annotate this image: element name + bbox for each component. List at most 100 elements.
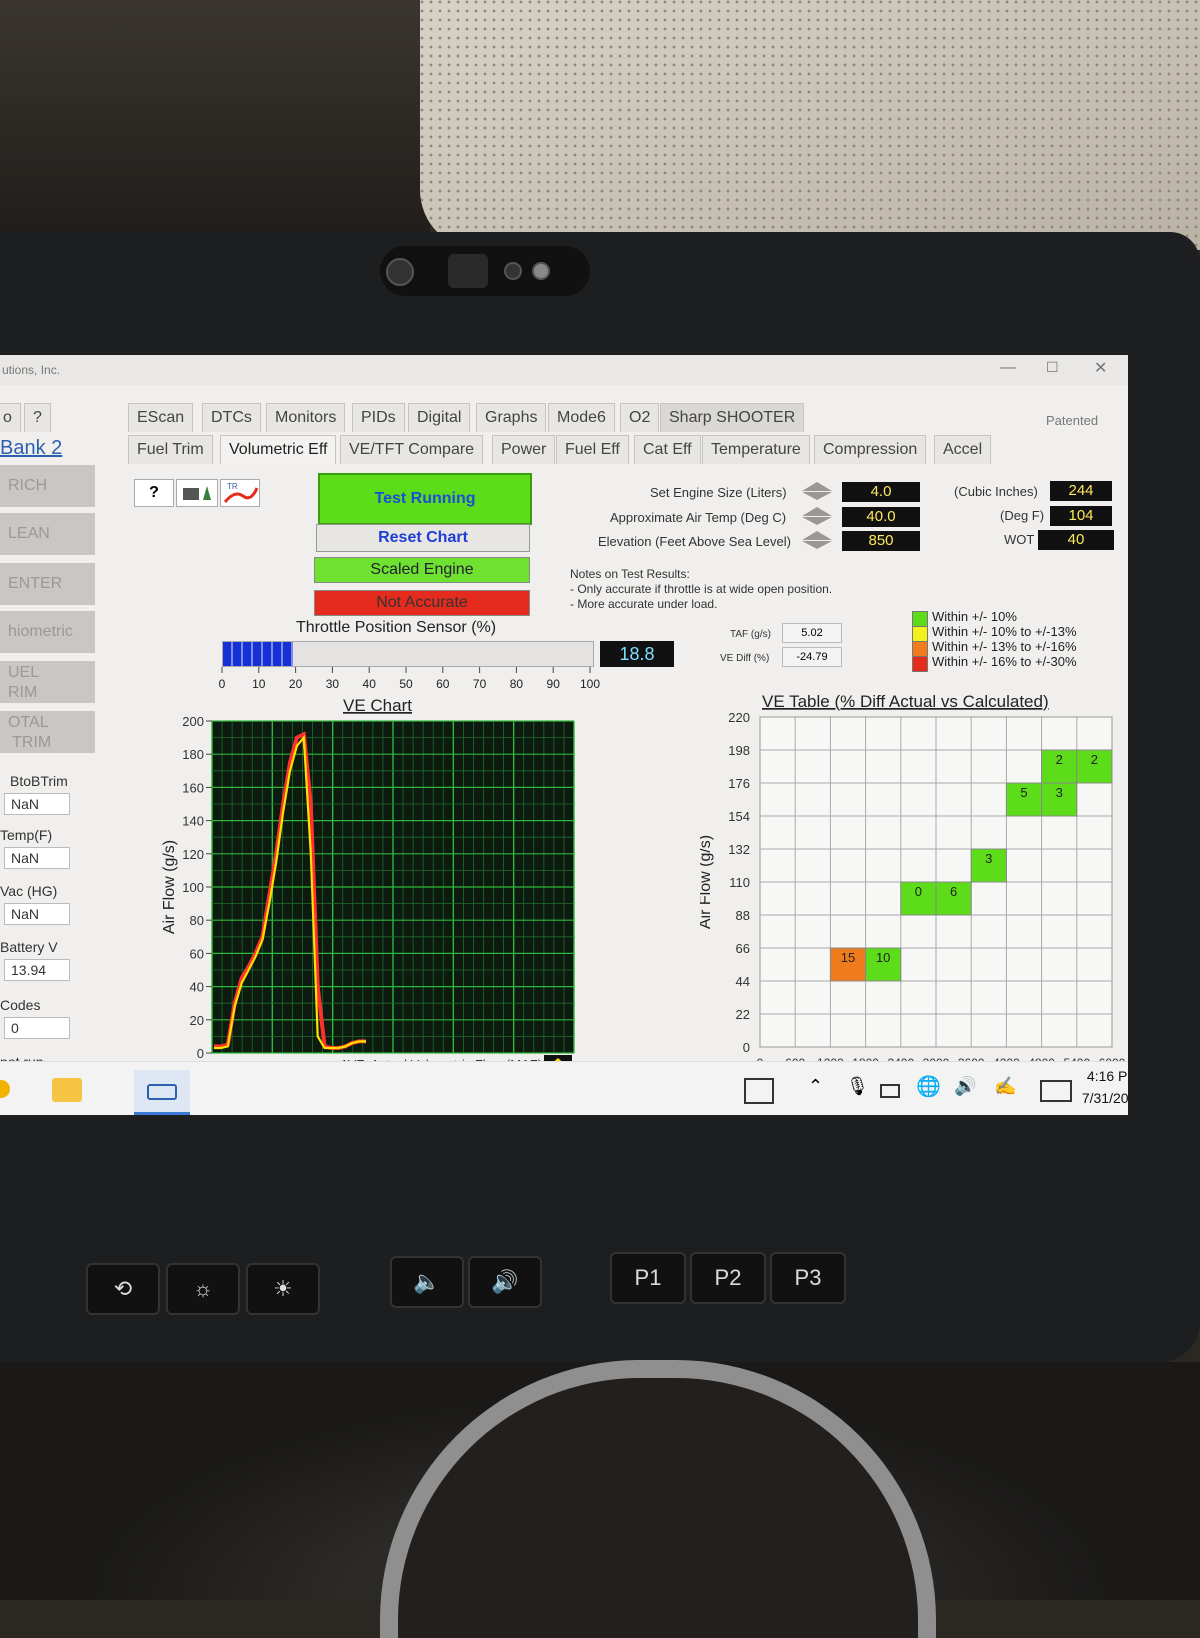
tab-pids[interactable]: PIDs bbox=[352, 403, 405, 432]
maximize-icon[interactable]: ☐ bbox=[1046, 359, 1059, 376]
air-temp-spinner[interactable] bbox=[800, 506, 834, 526]
subtab-cat-eff[interactable]: Cat Eff bbox=[634, 435, 701, 464]
ve-table-ytick: 154 bbox=[728, 809, 750, 824]
connector-icon bbox=[147, 1084, 177, 1100]
rotate-button[interactable]: ⟲ bbox=[86, 1263, 160, 1315]
tps-value: 18.8 bbox=[600, 641, 674, 667]
tab-monitors[interactable]: Monitors bbox=[266, 403, 346, 432]
subtab-fuel-eff[interactable]: Fuel Eff bbox=[556, 435, 629, 464]
tr-chart-icon[interactable]: TR bbox=[220, 479, 260, 507]
sidebar-button[interactable]: OTAL TRIM bbox=[0, 711, 95, 753]
ve-table: VE Table (% Diff Actual vs Calculated) 15… bbox=[700, 692, 1126, 1067]
app-icon[interactable] bbox=[0, 1080, 10, 1098]
tab-dtcs[interactable]: DTCs bbox=[202, 403, 261, 432]
test-running-button[interactable]: Test Running bbox=[318, 473, 532, 525]
obd-app-taskbar-button[interactable] bbox=[134, 1070, 190, 1115]
svg-text:TR: TR bbox=[227, 482, 238, 491]
tab-mode6[interactable]: Mode6 bbox=[548, 403, 615, 432]
ve-chart-ytick: 180 bbox=[182, 747, 204, 762]
subtab-compression[interactable]: Compression bbox=[814, 435, 927, 464]
subtab-fuel-trim[interactable]: Fuel Trim bbox=[128, 435, 213, 464]
volume-icon[interactable]: 🔊 bbox=[954, 1076, 976, 1097]
keyboard-icon[interactable] bbox=[1040, 1080, 1072, 1102]
ve-chart-ytick: 160 bbox=[182, 780, 204, 795]
mic-icon[interactable]: 🎙 bbox=[846, 1076, 869, 1097]
clock-time[interactable]: 4:16 PM bbox=[1080, 1068, 1128, 1084]
ve-table-ytick: 66 bbox=[736, 941, 750, 956]
ve-chart-ytick: 0 bbox=[197, 1046, 204, 1061]
battery-icon[interactable] bbox=[880, 1084, 900, 1098]
sidebar-button[interactable]: LEAN bbox=[0, 513, 95, 555]
camera-strip bbox=[380, 246, 590, 296]
network-globe-icon[interactable]: 🌐 bbox=[916, 1074, 941, 1099]
tps-tick-label: 20 bbox=[289, 677, 303, 691]
wot-label: WOT bbox=[1004, 532, 1035, 547]
ve-table-title: VE Table (% Diff Actual vs Calculated) bbox=[762, 692, 1049, 711]
tab-left-help[interactable]: ? bbox=[24, 403, 51, 432]
file-explorer-icon[interactable] bbox=[52, 1078, 82, 1102]
subtab-accel[interactable]: Accel bbox=[934, 435, 992, 464]
elevation-label: Elevation (Feet Above Sea Level) bbox=[598, 534, 791, 549]
p2-button[interactable]: P2 bbox=[690, 1252, 766, 1304]
rotate-icon: ⟲ bbox=[113, 1276, 133, 1301]
elevation-value: 850 bbox=[842, 531, 920, 551]
p1-button[interactable]: P1 bbox=[610, 1252, 686, 1304]
pen-icon[interactable]: ✍ bbox=[994, 1076, 1016, 1097]
scaled-engine-indicator: Scaled Engine bbox=[314, 557, 530, 583]
brightness-up-button[interactable]: ☀ bbox=[246, 1263, 320, 1315]
tab-graphs[interactable]: Graphs bbox=[476, 403, 547, 432]
ve-chart-ytick: 140 bbox=[182, 814, 204, 829]
engine-size-label: Set Engine Size (Liters) bbox=[650, 485, 787, 500]
news-icon[interactable] bbox=[744, 1078, 774, 1104]
close-icon[interactable]: ✕ bbox=[1094, 358, 1107, 378]
sidebar-button[interactable]: ENTER bbox=[0, 563, 95, 605]
subtab-temperature[interactable]: Temperature bbox=[702, 435, 810, 464]
sidebar-button[interactable]: RICH bbox=[0, 465, 95, 507]
tab-left-o[interactable]: o bbox=[0, 403, 21, 432]
tab-o2[interactable]: O2 bbox=[620, 403, 660, 432]
subtab-volumetric-eff[interactable]: Volumetric Eff bbox=[220, 435, 337, 464]
p3-button[interactable]: P3 bbox=[770, 1252, 846, 1304]
legend-text: Within +/- 10% to +/-13% bbox=[932, 624, 1077, 639]
tps-tick-label: 100 bbox=[580, 677, 600, 691]
tps-tick-label: 40 bbox=[363, 677, 377, 691]
notes-line: - More accurate under load. bbox=[570, 597, 718, 611]
tps-tick-label: 30 bbox=[326, 677, 340, 691]
ve-engine-icon[interactable] bbox=[176, 479, 218, 507]
volume-up-icon: 🔊 bbox=[491, 1269, 519, 1294]
ve-table-cell-value: 3 bbox=[1056, 785, 1063, 800]
tps-label: Throttle Position Sensor (%) bbox=[296, 619, 497, 636]
subtab-ve-tft-compare[interactable]: VE/TFT Compare bbox=[340, 435, 484, 464]
elevation-spinner[interactable] bbox=[800, 530, 834, 550]
ve-chart-title: VE Chart bbox=[343, 696, 412, 715]
sidebar-button[interactable]: hiometric bbox=[0, 611, 95, 653]
clock-date[interactable]: 7/31/2024 bbox=[1080, 1090, 1128, 1106]
tps-tick-label: 70 bbox=[473, 677, 487, 691]
taf-label: TAF (g/s) bbox=[730, 629, 771, 640]
ve-table-ytick: 22 bbox=[736, 1007, 750, 1022]
reset-chart-button[interactable]: Reset Chart bbox=[316, 524, 530, 552]
volume-down-button[interactable]: 🔈 bbox=[390, 1256, 464, 1308]
chevron-up-icon[interactable]: ⌃ bbox=[808, 1076, 823, 1097]
subtab-power[interactable]: Power bbox=[492, 435, 556, 464]
ve-chart-ytick: 80 bbox=[190, 913, 204, 928]
bank-label[interactable]: Bank 2 bbox=[0, 437, 62, 460]
tab-escan[interactable]: EScan bbox=[128, 403, 194, 432]
tab-sharp-shooter[interactable]: Sharp SHOOTER bbox=[660, 403, 805, 432]
minimize-icon[interactable]: — bbox=[1000, 359, 1016, 377]
ve-table-cell-value: 5 bbox=[1020, 785, 1027, 800]
sidebar-button[interactable]: UEL RIM bbox=[0, 661, 95, 703]
help-icon[interactable]: ? bbox=[134, 479, 174, 507]
brightness-down-button[interactable]: ☼ bbox=[166, 1263, 240, 1315]
ve-chart-ytick: 40 bbox=[190, 980, 204, 995]
engine-size-spinner[interactable] bbox=[800, 481, 834, 501]
tab-digital[interactable]: Digital bbox=[408, 403, 471, 432]
volume-up-button[interactable]: 🔊 bbox=[468, 1256, 542, 1308]
sensor-icon bbox=[504, 262, 522, 280]
ve-diff-value: -24.79 bbox=[782, 647, 842, 667]
ve-table-cell-value: 2 bbox=[1056, 752, 1063, 767]
tps-tick-label: 90 bbox=[547, 677, 561, 691]
ve-table-cell-value: 10 bbox=[876, 950, 890, 965]
legend-text: Within +/- 10% bbox=[932, 609, 1017, 624]
legend-swatch bbox=[912, 626, 928, 642]
